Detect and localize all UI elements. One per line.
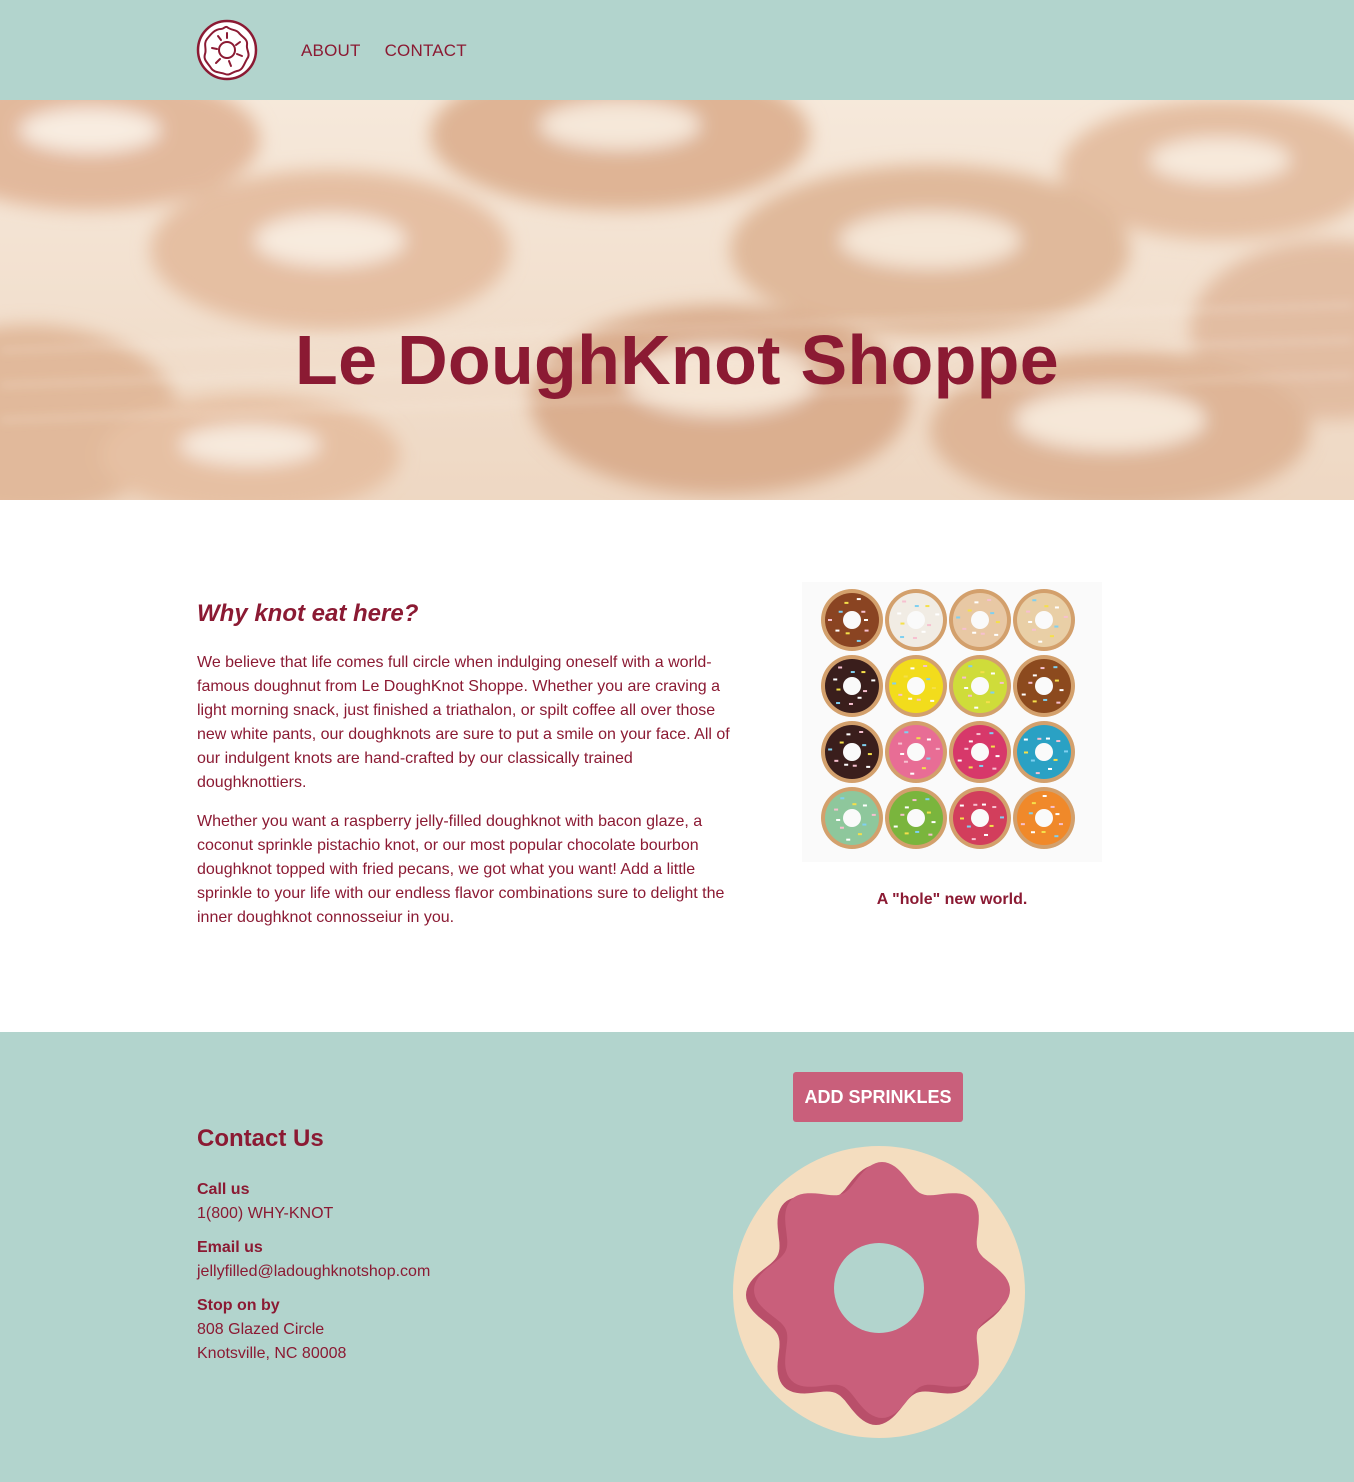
- address-line-1: 808 Glazed Circle: [197, 1321, 325, 1338]
- hero-title: Le DoughKnot Shoppe: [295, 321, 1059, 399]
- main-nav: ABOUT CONTACT: [301, 41, 467, 61]
- contact-heading: Contact Us: [197, 1125, 324, 1152]
- contact-info: Contact Us Call us 1(800) WHY-KNOT Email…: [197, 1125, 597, 1376]
- photo-caption: A "hole" new world.: [876, 891, 1028, 908]
- about-paragraph: Whether you want a raspberry jelly-fille…: [197, 813, 725, 926]
- nav-contact-link[interactable]: CONTACT: [385, 41, 467, 61]
- about-paragraph: We believe that life comes full circle w…: [197, 654, 730, 791]
- donut-assortment-photo: [802, 582, 1102, 862]
- email-label: Email us: [197, 1239, 263, 1256]
- donut-photo-figure: A "hole" new world.: [802, 582, 1102, 909]
- about-text-column: Why knot eat here? We believe that life …: [197, 600, 733, 945]
- email-address[interactable]: jellyfilled@ladoughknotshop.com: [197, 1260, 597, 1284]
- donut-illustration-icon[interactable]: [733, 1146, 1025, 1438]
- phone-label: Call us: [197, 1181, 250, 1198]
- add-sprinkles-button[interactable]: ADD SPRINKLES: [793, 1072, 963, 1122]
- hero-donuts-photo: [0, 100, 1354, 500]
- phone-number[interactable]: 1(800) WHY-KNOT: [197, 1202, 597, 1226]
- address-label: Stop on by: [197, 1297, 280, 1314]
- about-section: Why knot eat here? We believe that life …: [0, 500, 1354, 1032]
- about-heading: Why knot eat here?: [197, 600, 419, 627]
- contact-email-group: Email us jellyfilled@ladoughknotshop.com: [197, 1236, 597, 1284]
- site-header: ABOUT CONTACT: [0, 0, 1354, 100]
- address-line-2: Knotsville, NC 80008: [197, 1345, 347, 1362]
- contact-phone-group: Call us 1(800) WHY-KNOT: [197, 1178, 597, 1226]
- contact-address-group: Stop on by 808 Glazed Circle Knotsville,…: [197, 1294, 597, 1366]
- hero-banner: Le DoughKnot Shoppe: [0, 100, 1354, 500]
- contact-footer: Contact Us Call us 1(800) WHY-KNOT Email…: [0, 1032, 1354, 1482]
- donut-logo-icon[interactable]: [196, 19, 258, 81]
- nav-about-link[interactable]: ABOUT: [301, 41, 361, 61]
